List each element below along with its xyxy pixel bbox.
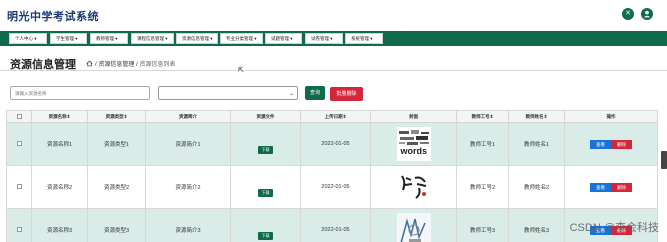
top-bar: 明光中学考试系统 ✕ (0, 0, 667, 30)
view-button[interactable]: 查看 (590, 182, 611, 192)
cell-resource-type: 资源类型2 (87, 165, 146, 209)
checkbox[interactable] (16, 113, 22, 119)
cell-resource-intro: 资源简介2 (145, 165, 231, 209)
watermark: CSDN @李会科技 (569, 222, 659, 234)
header-teacher-no[interactable]: 教师工号⇕ (456, 110, 509, 123)
header-resource-name[interactable]: 资源名称⇕ (31, 110, 88, 123)
cell-upload-date: 2022-01-05 (300, 122, 371, 166)
cover-image[interactable]: words (396, 127, 431, 161)
delete-button[interactable]: 删除 (611, 182, 632, 192)
mouse-cursor-icon: ⇱ (238, 67, 244, 74)
cell-resource-name: 资源名称3 (31, 208, 88, 242)
header-cover: 封面 (370, 110, 457, 123)
home-icon[interactable] (86, 60, 93, 67)
sort-icon: ⇕ (543, 113, 548, 119)
header-select-all[interactable] (6, 110, 32, 123)
cover-text: words (400, 146, 428, 156)
batch-delete-button[interactable]: 批量删除 (330, 87, 363, 101)
cover-image[interactable] (396, 213, 431, 242)
nav-item-teachers[interactable]: 教师管理 ▾ (90, 33, 128, 44)
cell-teacher-name: 教师姓名3 (508, 208, 565, 242)
cell-resource-intro: 资源简介3 (145, 208, 231, 242)
user-icon[interactable] (641, 8, 653, 20)
search-input[interactable] (10, 86, 150, 100)
nav-item-resources[interactable]: 资源信息管理 ▾ (176, 33, 218, 44)
cell-upload-date: 2022-01-05 (300, 208, 371, 242)
header-resource-intro: 资源简介 (145, 110, 231, 123)
breadcrumb-item-resource-mgmt[interactable]: 资源信息管理 (98, 62, 134, 68)
cell-resource-type: 资源类型1 (87, 122, 146, 166)
download-button[interactable]: 下载 (258, 189, 273, 197)
sort-icon: ⇕ (123, 113, 128, 119)
close-circle-icon[interactable]: ✕ (622, 8, 634, 20)
cell-upload-date: 2022-01-05 (300, 165, 371, 209)
nav-item-courses[interactable]: 课程信息管理 ▾ (131, 33, 174, 44)
table-row: 资源名称1 资源类型1 资源简介1 下载 2022-01-05 words 教师… (6, 122, 658, 166)
main-nav: 个人中心 ▾ 学生管理 ▾ 教师管理 ▾ 课程信息管理 ▾ 资源信息管理 ▾ 专… (0, 31, 667, 46)
cell-teacher-no: 教师工号3 (456, 208, 509, 242)
breadcrumb-item-resource-list: 资源信息列表 (139, 62, 176, 68)
cell-resource-name: 资源名称1 (31, 122, 88, 166)
header-resource-file: 资源文件 (230, 110, 301, 123)
table-row: 资源名称3 资源类型3 资源简介3 下载 2022-01-05 教师工号3 教师… (6, 208, 658, 242)
cover-image[interactable] (396, 170, 431, 204)
cell-resource-type: 资源类型3 (87, 208, 146, 242)
row-checkbox[interactable] (16, 183, 22, 189)
cell-resource-name: 资源名称2 (31, 165, 88, 209)
header-resource-type[interactable]: 资源类型⇕ (87, 110, 146, 123)
header-upload-date[interactable]: 上传日期⇕ (300, 110, 371, 123)
nav-item-questions[interactable]: 试题管理 ▾ (265, 33, 302, 44)
scrollbar-handle[interactable] (661, 151, 667, 169)
nav-item-majors[interactable]: 专业分类管理 ▾ (220, 33, 263, 44)
row-checkbox[interactable] (16, 140, 22, 146)
resource-table: 资源名称⇕ 资源类型⇕ 资源简介 资源文件 上传日期⇕ 封面 教师工号⇕ 教师姓… (6, 110, 658, 242)
nav-item-system[interactable]: 系统管理 ▾ (345, 33, 383, 44)
cell-resource-intro: 资源简介1 (145, 122, 231, 166)
cell-teacher-name: 教师姓名2 (508, 165, 565, 209)
download-button[interactable]: 下载 (258, 146, 273, 154)
breadcrumb: / 资源信息管理 / 资源信息列表 (86, 59, 175, 68)
row-checkbox[interactable] (16, 226, 22, 232)
header-actions: 操作 (564, 110, 658, 123)
cell-teacher-name: 教师姓名1 (508, 122, 565, 166)
query-button[interactable]: 查询 (305, 86, 325, 100)
nav-item-papers[interactable]: 试卷管理 ▾ (305, 33, 343, 44)
header-teacher-name[interactable]: 教师姓名⇕ (508, 110, 565, 123)
sort-icon: ⇕ (66, 113, 71, 119)
page-header: 资源信息管理 / 资源信息管理 / 资源信息列表 (0, 49, 667, 71)
table-row: 资源名称2 资源类型2 资源简介2 下载 2022-01-05 教师工号2 教师… (6, 165, 658, 209)
view-button[interactable]: 查看 (590, 139, 611, 149)
cell-teacher-no: 教师工号2 (456, 165, 509, 209)
nav-item-students[interactable]: 学生管理 ▾ (50, 33, 87, 44)
page-title: 资源信息管理 (10, 59, 76, 71)
chevron-down-icon: ⌄ (288, 91, 294, 97)
app-title: 明光中学考试系统 (7, 11, 99, 23)
download-button[interactable]: 下载 (258, 232, 273, 240)
cell-teacher-no: 教师工号1 (456, 122, 509, 166)
delete-button[interactable]: 删除 (611, 139, 632, 149)
sort-icon: ⇕ (489, 113, 494, 119)
type-select[interactable]: ⌄ (158, 86, 298, 100)
nav-item-personal-center[interactable]: 个人中心 ▾ (9, 33, 47, 44)
sort-icon: ⇕ (342, 113, 347, 119)
table-header-row: 资源名称⇕ 资源类型⇕ 资源简介 资源文件 上传日期⇕ 封面 教师工号⇕ 教师姓… (6, 110, 658, 123)
